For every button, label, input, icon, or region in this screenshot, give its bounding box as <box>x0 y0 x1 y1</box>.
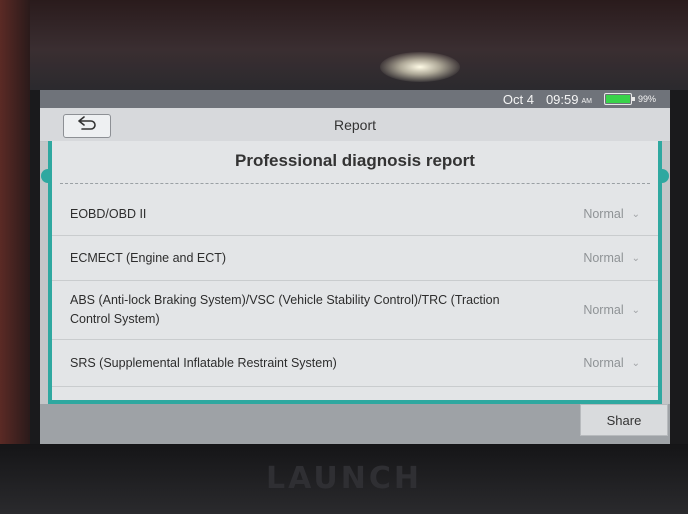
status-bar: Oct 4 09:59 AM 99% <box>40 90 670 108</box>
status-dropdown[interactable]: Normal ⌄ <box>583 251 640 265</box>
page-title: Report <box>333 117 377 133</box>
title-bar: Report <box>40 108 670 142</box>
device-bezel <box>0 0 30 514</box>
photo-background <box>0 0 688 90</box>
battery-level-fill <box>605 95 630 103</box>
chevron-down-icon: ⌄ <box>631 304 640 316</box>
report-heading: Professional diagnosis report <box>235 151 475 170</box>
battery-percent: 99% <box>637 94 656 104</box>
dashed-divider <box>60 183 650 184</box>
battery-icon <box>603 93 635 105</box>
list-item[interactable]: ABS (Anti-lock Braking System)/VSC (Vehi… <box>52 281 658 340</box>
battery-tip <box>631 97 635 101</box>
system-name: ABS (Anti-lock Braking System)/VSC (Vehi… <box>70 293 500 326</box>
system-status: Normal <box>583 251 624 265</box>
chevron-down-icon: ⌄ <box>631 208 640 220</box>
report-card[interactable]: Professional diagnosis report EOBD/OBD I… <box>52 141 658 400</box>
list-item[interactable]: EOBD/OBD II Normal ⌄ <box>52 193 658 236</box>
device-brand-logo: LAUNCH <box>265 461 422 496</box>
report-content-area: Professional diagnosis report EOBD/OBD I… <box>41 141 669 404</box>
status-dropdown[interactable]: Normal ⌄ <box>583 303 640 317</box>
system-name: EOBD/OBD II <box>70 206 147 221</box>
system-status: Normal <box>583 207 624 221</box>
status-ampm: AM <box>581 98 592 105</box>
system-status: Normal <box>583 356 624 370</box>
status-indicators: Oct 4 09:59 AM 99% <box>503 91 656 107</box>
system-name: SRS (Supplemental Inflatable Restraint S… <box>70 355 337 370</box>
share-button[interactable]: Share <box>580 404 668 436</box>
status-dropdown[interactable]: Normal ⌄ <box>583 356 640 370</box>
report-list: EOBD/OBD II Normal ⌄ ECMECT (Engine and … <box>52 193 658 387</box>
tablet-screen: Oct 4 09:59 AM 99% Report Professional d… <box>40 90 670 444</box>
status-dropdown[interactable]: Normal ⌄ <box>583 207 640 221</box>
status-time: 09:59 <box>545 91 579 107</box>
bottom-toolbar: Share <box>40 404 670 444</box>
light-glare <box>380 52 460 82</box>
chevron-down-icon: ⌄ <box>631 252 640 264</box>
status-date: Oct 4 <box>502 91 534 107</box>
system-name: ECMECT (Engine and ECT) <box>70 250 227 265</box>
system-status: Normal <box>583 303 624 317</box>
list-item[interactable]: SRS (Supplemental Inflatable Restraint S… <box>52 340 658 387</box>
chevron-down-icon: ⌄ <box>631 357 640 369</box>
list-item[interactable]: ECMECT (Engine and ECT) Normal ⌄ <box>52 236 658 281</box>
